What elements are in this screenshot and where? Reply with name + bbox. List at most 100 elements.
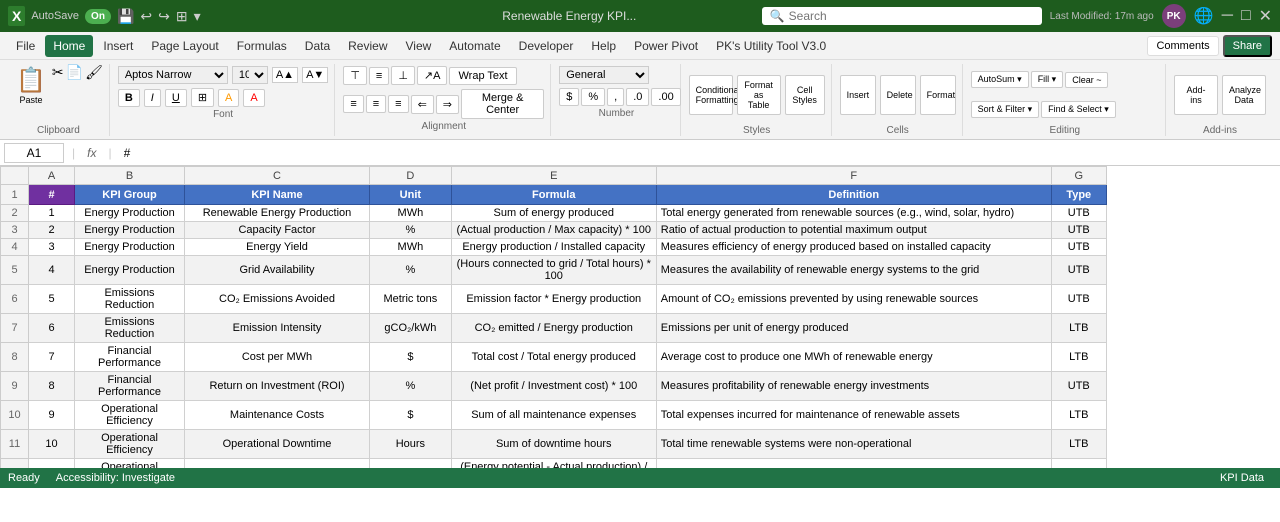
increase-indent-button[interactable]: ⇒ (436, 95, 459, 114)
fill-color-button[interactable]: A (218, 89, 239, 107)
find-select-button[interactable]: Find & Select ▾ (1041, 101, 1116, 118)
cell-formula[interactable]: Sum of all maintenance expenses (451, 401, 656, 430)
cell-kpi-name[interactable]: Grid Availability (185, 256, 370, 285)
cell-formula[interactable]: (Net profit / Investment cost) * 100 (451, 372, 656, 401)
cell-kpi-name[interactable]: CO₂ Emissions Avoided (185, 285, 370, 314)
cell-hash[interactable]: 4 (29, 256, 75, 285)
currency-button[interactable]: $ (559, 88, 579, 106)
cell-unit[interactable]: $ (370, 343, 452, 372)
cell-definition[interactable]: Total energy generated from renewable so… (656, 205, 1051, 222)
cell-kpi-name[interactable]: Maintenance Costs (185, 401, 370, 430)
menu-review[interactable]: Review (340, 35, 395, 57)
autosum-button[interactable]: AutoSum ▾ (971, 71, 1029, 88)
cell-kpi-name[interactable]: Capacity Factor (185, 222, 370, 239)
cell-hash[interactable]: 11 (29, 459, 75, 469)
cell-formula[interactable]: Emission factor * Energy production (451, 285, 656, 314)
cell-kpi-group[interactable]: Energy Production (75, 222, 185, 239)
cell-unit[interactable]: $ (370, 401, 452, 430)
cell-definition[interactable]: Emissions per unit of energy produced (656, 314, 1051, 343)
cell-kpi-name[interactable]: Energy Yield (185, 239, 370, 256)
analyze-data-button[interactable]: Analyze Data (1222, 75, 1266, 115)
cell-kpi-group[interactable]: Operational Efficiency (75, 401, 185, 430)
menu-home[interactable]: Home (45, 35, 93, 57)
autosave-toggle[interactable]: On (85, 9, 111, 24)
minimize-icon[interactable]: ─ (1222, 7, 1233, 25)
col-header-d[interactable]: D (370, 167, 452, 185)
align-middle-button[interactable]: ≡ (369, 67, 389, 85)
cell-type[interactable]: LTB (1051, 343, 1106, 372)
close-icon[interactable]: ✕ (1259, 6, 1272, 26)
formula-input[interactable] (120, 144, 1276, 162)
align-bottom-button[interactable]: ⊥ (391, 66, 415, 85)
conditional-formatting-button[interactable]: ConditionalFormatting (689, 75, 733, 115)
cell-formula[interactable]: (Actual production / Max capacity) * 100 (451, 222, 656, 239)
paste-button[interactable]: 📋 Paste (14, 64, 48, 107)
cell-definition[interactable]: Total time renewable systems were non-op… (656, 430, 1051, 459)
border-button[interactable]: ⊞ (191, 88, 214, 107)
cell-kpi-group[interactable]: Operational Efficiency (75, 459, 185, 469)
font-color-button[interactable]: A (243, 89, 264, 107)
save-icon[interactable]: 💾 (117, 8, 134, 25)
menu-data[interactable]: Data (297, 35, 338, 57)
cell-hash[interactable]: 1 (29, 205, 75, 222)
menu-page-layout[interactable]: Page Layout (143, 35, 226, 57)
cell-kpi-group[interactable]: Emissions Reduction (75, 314, 185, 343)
font-selector[interactable]: Aptos Narrow (118, 66, 228, 84)
avatar[interactable]: PK (1162, 4, 1186, 28)
cell-definition[interactable]: Amount of CO₂ emissions prevented by usi… (656, 285, 1051, 314)
cell-unit[interactable]: Hours (370, 430, 452, 459)
format-painter-icon[interactable]: 🖌 (85, 64, 103, 81)
format-as-table-button[interactable]: Format asTable (737, 75, 781, 115)
col-header-e[interactable]: E (451, 167, 656, 185)
sheet-tab[interactable]: KPI Data (1212, 472, 1272, 484)
font-size-selector[interactable]: 10 (232, 66, 268, 84)
cell-definition[interactable]: Ratio of actual production to potential … (656, 222, 1051, 239)
cell-formula[interactable]: CO₂ emitted / Energy production (451, 314, 656, 343)
align-top-button[interactable]: ⊤ (343, 66, 367, 85)
header-hash[interactable]: # (29, 185, 75, 205)
align-center-button[interactable]: ≡ (366, 95, 386, 113)
orientation-button[interactable]: ↗A (417, 66, 448, 85)
maximize-icon[interactable]: □ (1241, 7, 1251, 25)
addins-button[interactable]: Add-ins (1174, 75, 1218, 115)
menu-formulas[interactable]: Formulas (229, 35, 295, 57)
cell-unit[interactable]: MWh (370, 239, 452, 256)
cell-formula[interactable]: (Hours connected to grid / Total hours) … (451, 256, 656, 285)
comma-button[interactable]: , (607, 88, 624, 106)
menu-view[interactable]: View (398, 35, 440, 57)
title-search[interactable]: 🔍 (762, 7, 1042, 25)
clear-button[interactable]: Clear ~ (1065, 72, 1108, 88)
cell-kpi-group[interactable]: Financial Performance (75, 343, 185, 372)
comments-button[interactable]: Comments (1147, 36, 1218, 56)
spreadsheet-container[interactable]: A B C D E F G 1 # KPI Group KPI Name Uni… (0, 166, 1280, 468)
increase-decimal-button[interactable]: .00 (651, 88, 680, 106)
copy-icon[interactable]: 📄 (66, 64, 83, 81)
header-kpi-group[interactable]: KPI Group (75, 185, 185, 205)
cell-type[interactable]: UTB (1051, 285, 1106, 314)
cell-type[interactable]: LTB (1051, 430, 1106, 459)
cell-definition[interactable]: Measures profitability of renewable ener… (656, 372, 1051, 401)
cell-formula[interactable]: (Energy potential - Actual production) /… (451, 459, 656, 469)
cell-type[interactable]: UTB (1051, 239, 1106, 256)
cell-kpi-group[interactable]: Financial Performance (75, 372, 185, 401)
undo-icon[interactable]: ↩ (140, 8, 152, 25)
cell-unit[interactable]: gCO₂/kWh (370, 314, 452, 343)
menu-pk-utility[interactable]: PK's Utility Tool V3.0 (708, 35, 834, 57)
align-left-button[interactable]: ≡ (343, 95, 363, 113)
header-formula[interactable]: Formula (451, 185, 656, 205)
italic-button[interactable]: I (144, 89, 161, 107)
cell-kpi-group[interactable]: Energy Production (75, 239, 185, 256)
search-input[interactable] (789, 9, 969, 23)
cell-unit[interactable]: % (370, 372, 452, 401)
increase-font-button[interactable]: A▲ (272, 67, 298, 83)
cell-kpi-name[interactable]: Emission Intensity (185, 314, 370, 343)
cell-formula[interactable]: Sum of energy produced (451, 205, 656, 222)
cell-hash[interactable]: 7 (29, 343, 75, 372)
cut-icon[interactable]: ✂ (52, 64, 64, 81)
cell-kpi-name[interactable]: Cost per MWh (185, 343, 370, 372)
menu-help[interactable]: Help (583, 35, 624, 57)
number-format-selector[interactable]: General (559, 66, 649, 84)
decrease-font-button[interactable]: A▼ (302, 67, 328, 83)
wrap-text-button[interactable]: Wrap Text (449, 67, 516, 85)
cell-formula[interactable]: Energy production / Installed capacity (451, 239, 656, 256)
